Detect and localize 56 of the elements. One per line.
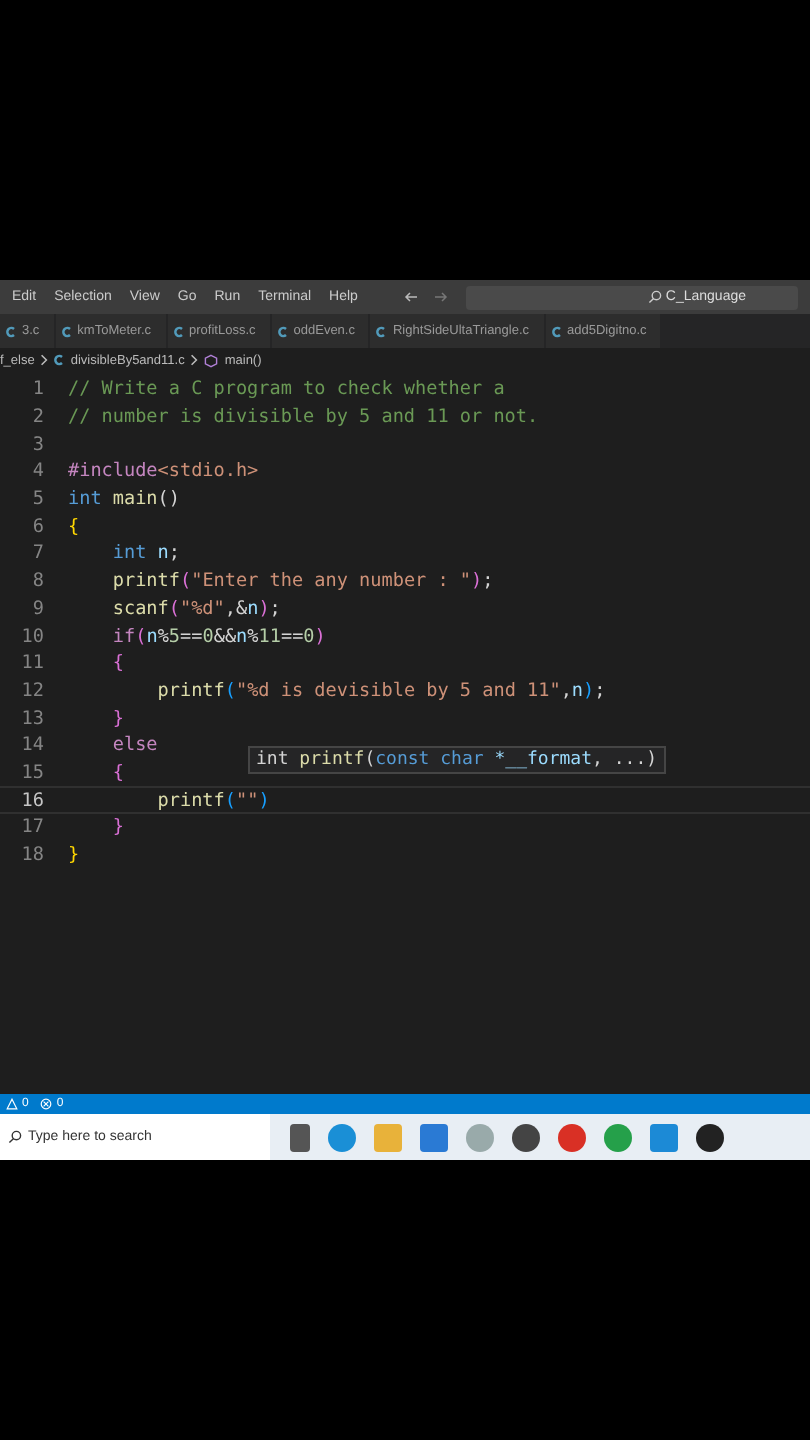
line-number: 17 [19, 816, 44, 839]
code-text: // number is divisible by 5 and 11 or not. [68, 406, 539, 429]
c-file-icon [61, 325, 72, 337]
search-icon [8, 1130, 22, 1144]
line-number: 16 [19, 789, 44, 812]
code-text: int main() [68, 488, 180, 511]
c-file-icon [376, 325, 387, 337]
line-number: 12 [19, 679, 44, 702]
line-number: 3 [30, 433, 44, 456]
line-number: 1 [30, 378, 44, 401]
back-arrow-icon[interactable] [403, 292, 418, 302]
code-text: #include<stdio.h> [68, 460, 259, 483]
line-number: 18 [19, 844, 44, 867]
c-file-icon [551, 325, 562, 337]
code-text: printf("") [155, 789, 270, 812]
signature-tooltip: int printf(const char *__format, ...) [248, 746, 666, 774]
line-number: 7 [30, 542, 44, 565]
line-number: 15 [19, 761, 44, 784]
line-number: 2 [30, 406, 44, 429]
code-text: } [68, 844, 80, 867]
forward-arrow-icon[interactable] [433, 292, 448, 302]
code-text: printf("%d is devisible by 5 and 11",n); [155, 679, 606, 702]
code-text: { [110, 652, 124, 675]
c-file-icon [54, 354, 65, 366]
line-number: 14 [19, 734, 44, 757]
code-text: // Write a C program to check whether a [68, 378, 505, 401]
line-number: 11 [19, 652, 44, 675]
code-text: { [68, 515, 80, 538]
cube-icon [204, 353, 219, 367]
chevron-icon [40, 354, 49, 366]
code-text: else [110, 734, 158, 757]
search-icon [647, 290, 662, 304]
code-text: { [110, 761, 124, 784]
code-editor[interactable] [0, 372, 810, 1094]
code-text: scanf("%d",&n); [110, 597, 281, 620]
error-icon [40, 1098, 53, 1110]
c-file-icon [173, 325, 184, 337]
taskbar-app-icon[interactable] [290, 1123, 310, 1151]
code-text: if(n%5==0&&n%11==0) [110, 625, 326, 648]
line-number: 13 [19, 707, 44, 730]
line-number: 8 [30, 570, 44, 593]
taskbar-app-icon[interactable] [512, 1123, 540, 1151]
line-number: 6 [30, 515, 44, 538]
line-number: 5 [30, 488, 44, 511]
line-number: 9 [30, 597, 44, 620]
c-file-icon [6, 325, 16, 337]
line-number: 10 [19, 625, 44, 648]
c-file-icon [277, 325, 288, 337]
code-text: } [110, 707, 124, 730]
line-number: 4 [30, 460, 44, 483]
code-text: } [110, 816, 124, 839]
chevron-icon [190, 354, 199, 366]
taskbar-app-icon[interactable] [696, 1123, 724, 1151]
code-text: int n; [110, 542, 180, 565]
code-text: printf("Enter the any number : "); [110, 570, 494, 593]
warning-icon [6, 1098, 18, 1110]
